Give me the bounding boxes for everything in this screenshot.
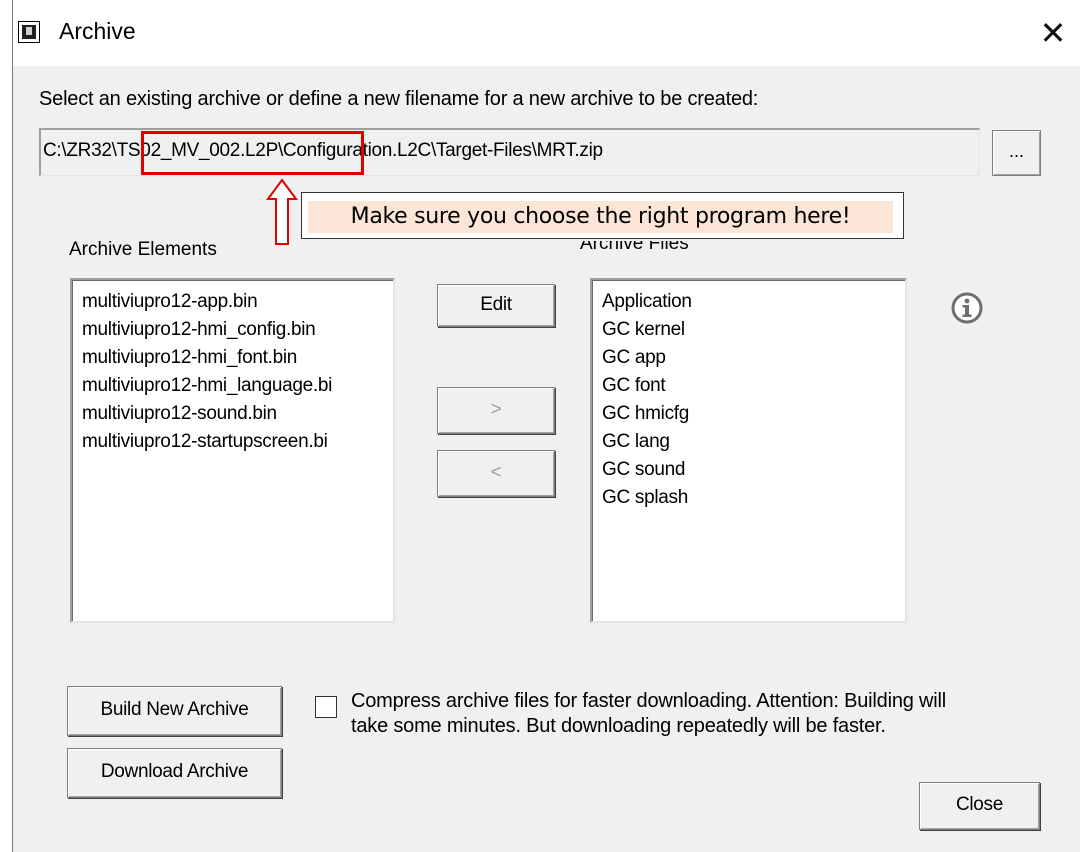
- callout-text: Make sure you choose the right program h…: [308, 201, 893, 233]
- edit-button[interactable]: Edit: [437, 284, 555, 327]
- window-frame-edge: [0, 0, 13, 852]
- list-item[interactable]: GC sound: [602, 456, 905, 484]
- compress-label-line2: take some minutes. But downloading repea…: [351, 715, 886, 737]
- build-new-archive-button[interactable]: Build New Archive: [67, 686, 282, 736]
- list-item[interactable]: GC lang: [602, 428, 905, 456]
- up-arrow-annotation: [266, 178, 298, 245]
- download-archive-button[interactable]: Download Archive: [67, 748, 282, 798]
- browse-button[interactable]: ...: [992, 130, 1041, 176]
- instruction-text: Select an existing archive or define a n…: [39, 88, 759, 110]
- compress-label: Compress archive files for faster downlo…: [351, 689, 1051, 739]
- window-title: Archive: [59, 18, 136, 44]
- title-bar: Archive ✕: [13, 0, 1080, 66]
- compress-checkbox[interactable]: [315, 696, 337, 718]
- list-item[interactable]: GC hmicfg: [602, 400, 905, 428]
- path-highlight-box: [141, 131, 364, 175]
- archive-dialog: Archive ✕ Select an existing archive or …: [13, 0, 1080, 852]
- list-item[interactable]: multiviupro12-sound.bin: [82, 400, 393, 428]
- list-item[interactable]: GC app: [602, 344, 905, 372]
- archive-files-list[interactable]: Application GC kernel GC app GC font GC …: [590, 278, 907, 623]
- close-window-icon[interactable]: ✕: [1033, 15, 1073, 51]
- list-item[interactable]: GC kernel: [602, 316, 905, 344]
- list-item[interactable]: multiviupro12-app.bin: [82, 288, 393, 316]
- list-item[interactable]: multiviupro12-startupscreen.bi: [82, 428, 393, 456]
- move-right-button[interactable]: >: [437, 387, 555, 434]
- move-left-button[interactable]: <: [437, 450, 555, 497]
- annotation-callout: Make sure you choose the right program h…: [301, 192, 904, 239]
- list-item[interactable]: Application: [602, 288, 905, 316]
- archive-elements-label: Archive Elements: [69, 239, 217, 260]
- archive-app-icon: [18, 21, 40, 43]
- compress-label-line1: Compress archive files for faster downlo…: [351, 690, 946, 712]
- list-item[interactable]: GC font: [602, 372, 905, 400]
- list-item[interactable]: multiviupro12-hmi_language.bi: [82, 372, 393, 400]
- list-item[interactable]: multiviupro12-hmi_config.bin: [82, 316, 393, 344]
- info-circle-icon[interactable]: [950, 291, 984, 325]
- list-item[interactable]: multiviupro12-hmi_font.bin: [82, 344, 393, 372]
- close-button[interactable]: Close: [919, 782, 1040, 830]
- list-item[interactable]: GC splash: [602, 484, 905, 512]
- archive-elements-list[interactable]: multiviupro12-app.bin multiviupro12-hmi_…: [70, 278, 395, 623]
